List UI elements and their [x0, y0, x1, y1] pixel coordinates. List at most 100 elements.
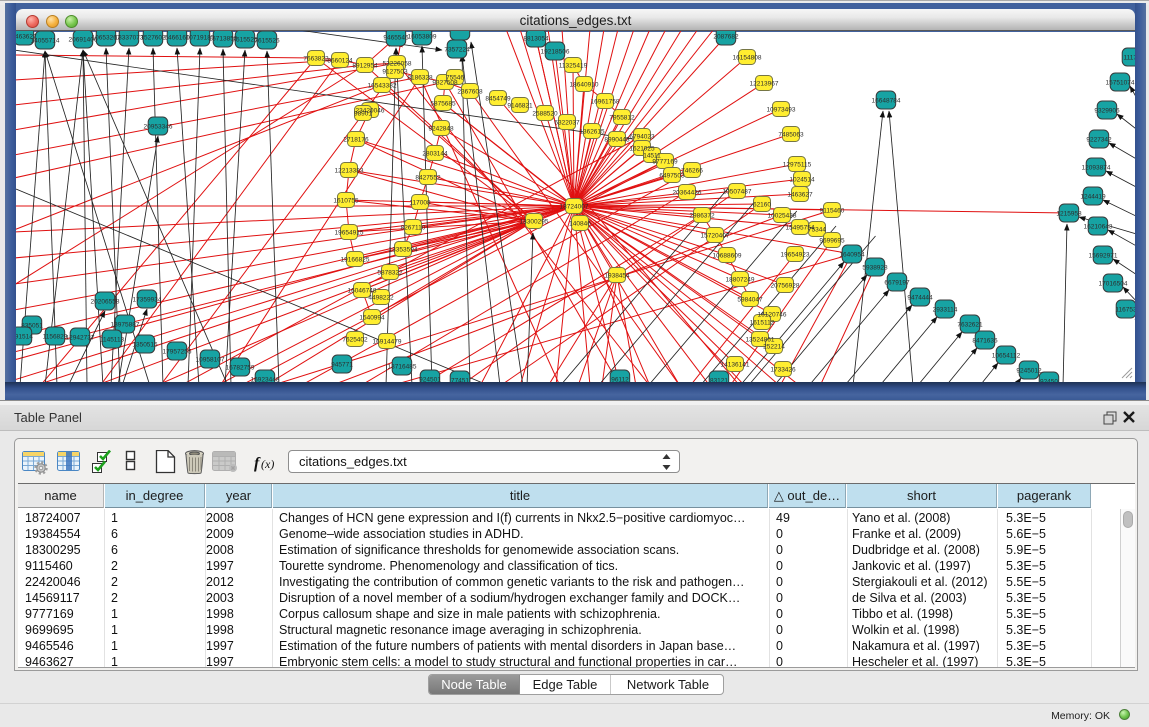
- svg-text:10958107: 10958107: [196, 357, 225, 364]
- svg-text:10688609: 10688609: [713, 253, 742, 260]
- svg-text:9115460: 9115460: [820, 208, 845, 215]
- svg-text:16782759: 16782759: [226, 365, 255, 372]
- svg-text:835051: 835051: [21, 323, 43, 330]
- svg-text:1615112: 1615112: [750, 320, 775, 327]
- svg-text:16648784: 16648784: [872, 98, 901, 105]
- svg-text:18807249: 18807249: [726, 277, 755, 284]
- svg-text:5984047: 5984047: [737, 297, 763, 304]
- svg-text:11178: 11178: [1123, 55, 1135, 62]
- svg-text:7955812: 7955812: [609, 115, 635, 122]
- svg-text:1733426: 1733426: [770, 367, 796, 374]
- svg-text:16923448: 16923448: [251, 377, 280, 383]
- svg-text:1640954: 1640954: [839, 252, 865, 259]
- svg-text:9474444: 9474444: [907, 295, 933, 302]
- svg-text:15751074: 15751074: [1106, 80, 1135, 87]
- svg-text:9777169: 9777169: [652, 159, 678, 166]
- svg-text:140846: 140846: [569, 221, 591, 228]
- svg-text:13975887: 13975887: [111, 322, 140, 329]
- svg-text:9245012: 9245012: [1016, 368, 1042, 375]
- svg-text:1350515: 1350515: [132, 342, 158, 349]
- svg-text:9227342: 9227342: [1086, 137, 1112, 144]
- svg-text:7485063: 7485063: [778, 132, 804, 139]
- svg-text:117008: 117008: [409, 200, 431, 207]
- svg-text:1527602: 1527602: [140, 35, 166, 42]
- svg-text:252214: 252214: [763, 344, 785, 351]
- svg-text:16046748: 16046748: [348, 288, 377, 295]
- svg-text:16961758: 16961758: [591, 99, 620, 106]
- svg-text:f: f: [254, 455, 261, 472]
- svg-text:9699695: 9699695: [819, 238, 845, 245]
- svg-text:6679197: 6679197: [884, 280, 910, 287]
- svg-text:20206558: 20206558: [91, 299, 120, 306]
- svg-text:10654112: 10654112: [992, 353, 1021, 360]
- svg-text:2986372: 2986372: [689, 213, 715, 220]
- svg-text:8660124: 8660124: [327, 58, 353, 65]
- svg-text:945771: 945771: [331, 362, 353, 369]
- svg-text:53226058: 53226058: [383, 61, 412, 68]
- svg-text:16210643: 16210643: [1084, 224, 1113, 231]
- svg-text:6794023: 6794023: [629, 134, 655, 141]
- svg-text:18724007: 18724007: [560, 204, 589, 211]
- svg-text:1145113: 1145113: [100, 337, 125, 344]
- svg-text:14136141: 14136141: [721, 362, 750, 369]
- svg-text:75546: 75546: [446, 75, 464, 82]
- svg-text:17016504: 17016504: [1099, 281, 1128, 288]
- svg-text:8267110: 8267110: [401, 225, 426, 232]
- svg-text:18640910: 18640910: [570, 82, 599, 89]
- svg-text:4498222: 4498222: [368, 295, 394, 302]
- svg-text:20364436: 20364436: [673, 190, 702, 197]
- svg-text:5878322: 5878322: [377, 270, 403, 277]
- svg-text:19166825: 19166825: [341, 257, 370, 264]
- svg-text:8186328: 8186328: [407, 75, 433, 82]
- svg-text:9146821: 9146821: [507, 103, 533, 110]
- svg-text:1156829: 1156829: [43, 334, 68, 341]
- svg-text:17359934: 17359934: [133, 297, 162, 304]
- svg-text:12942737: 12942737: [66, 335, 95, 342]
- svg-text:19654923: 19654923: [781, 252, 810, 259]
- svg-text:12213967: 12213967: [750, 81, 779, 88]
- svg-text:12213383: 12213383: [335, 168, 364, 175]
- svg-text:9242848: 9242848: [428, 126, 454, 133]
- svg-text:16914479: 16914479: [373, 339, 402, 346]
- svg-text:10973493: 10973493: [767, 107, 796, 114]
- svg-text:12975115: 12975115: [783, 162, 812, 169]
- svg-text:8990443: 8990443: [604, 137, 630, 144]
- svg-text:2933114: 2933114: [933, 307, 958, 314]
- svg-text:13353594: 13353594: [389, 247, 418, 254]
- svg-text:5875685: 5875685: [430, 101, 456, 108]
- svg-text:2367608: 2367608: [457, 89, 483, 96]
- svg-text:15720407: 15720407: [701, 233, 730, 240]
- svg-text:7357224: 7357224: [444, 47, 470, 54]
- svg-text:16120746: 16120746: [758, 312, 787, 319]
- svg-text:2803144: 2803144: [422, 151, 448, 158]
- svg-text:8454749: 8454749: [485, 96, 511, 103]
- svg-text:12093874: 12093874: [1082, 165, 1111, 172]
- svg-text:16543382: 16543382: [368, 83, 397, 90]
- svg-text:2588520: 2588520: [532, 111, 558, 118]
- svg-text:20756928: 20756928: [771, 283, 800, 290]
- svg-text:6322037: 6322037: [554, 120, 580, 127]
- svg-text:14055714: 14055714: [31, 38, 60, 45]
- svg-text:11325419: 11325419: [559, 63, 588, 70]
- svg-text:5938928: 5938928: [862, 265, 888, 272]
- svg-text:77451: 77451: [451, 378, 469, 383]
- svg-text:1244419: 1244419: [1080, 194, 1106, 201]
- svg-text:96112: 96112: [611, 377, 629, 383]
- svg-text:18300295: 18300295: [520, 219, 549, 226]
- svg-text:62160: 62160: [753, 202, 771, 209]
- svg-text:20953346: 20953346: [144, 124, 173, 131]
- svg-text:1621025: 1621025: [629, 146, 655, 153]
- svg-text:7663822: 7663822: [303, 56, 329, 63]
- svg-text:16154808: 16154808: [733, 55, 762, 62]
- svg-text:10025438: 10025438: [768, 213, 797, 220]
- svg-text:1463627: 1463627: [787, 192, 813, 199]
- svg-text:1540994: 1540994: [359, 315, 385, 322]
- svg-text:391514: 391514: [16, 334, 33, 341]
- svg-text:92450: 92450: [1040, 379, 1058, 383]
- svg-text:1938454: 1938454: [604, 273, 630, 280]
- svg-text:16053809: 16053809: [408, 34, 437, 41]
- svg-text:98901: 98901: [354, 111, 372, 118]
- svg-text:17957255: 17957255: [163, 349, 192, 356]
- svg-text:9465546: 9465546: [383, 35, 409, 42]
- svg-text:2718176: 2718176: [343, 137, 369, 144]
